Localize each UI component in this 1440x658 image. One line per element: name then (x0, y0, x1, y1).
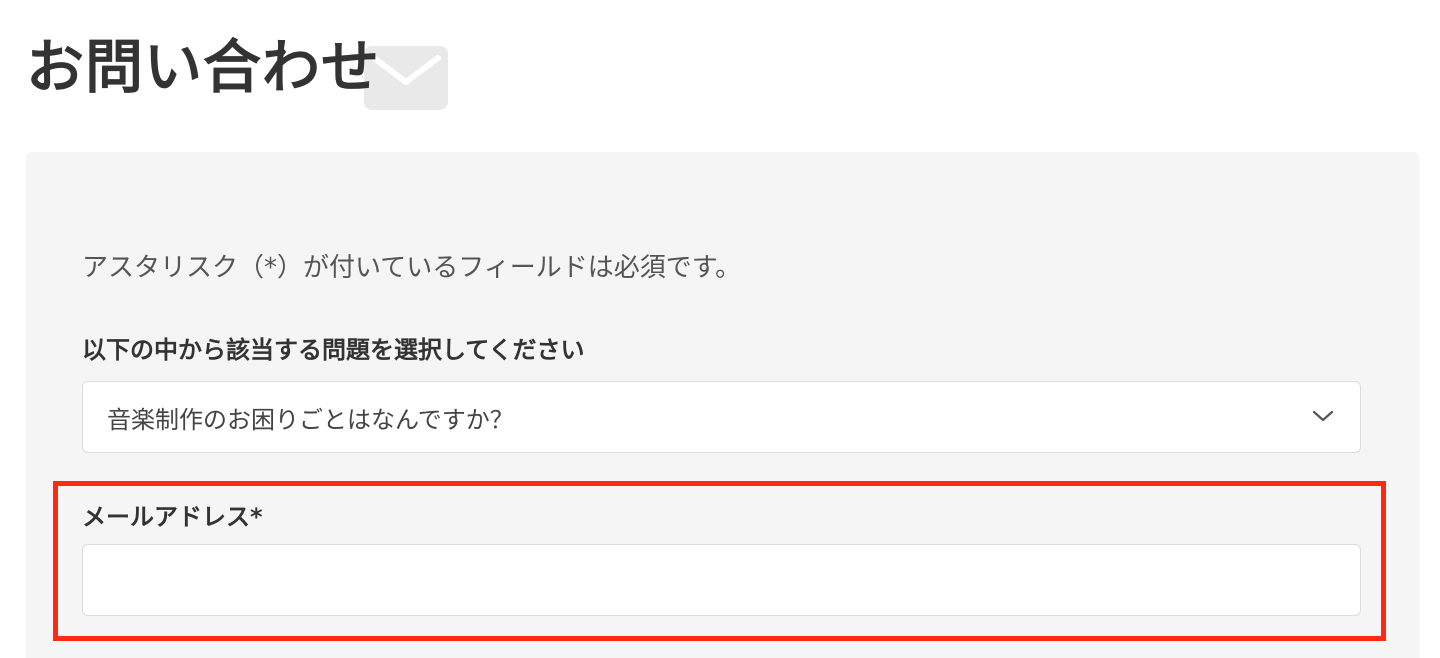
email-field[interactable] (82, 544, 1361, 616)
contact-form: アスタリスク（*）が付いているフィールドは必須です。 以下の中から該当する問題を… (26, 152, 1419, 658)
contact-page: お問い合わせ アスタリスク（*）が付いているフィールドは必須です。 以下の中から… (0, 0, 1440, 658)
page-title: お問い合わせ (26, 33, 381, 101)
required-fields-note: アスタリスク（*）が付いているフィールドは必須です。 (82, 253, 742, 283)
chevron-down-icon (1312, 410, 1334, 422)
issue-select-value: 音楽制作のお困りごとはなんですか？ (107, 406, 514, 434)
page-header: お問い合わせ (26, 22, 526, 112)
issue-select[interactable]: 音楽制作のお困りごとはなんですか？ (82, 381, 1361, 453)
email-field-label: メールアドレス* (82, 503, 263, 531)
issue-select-label: 以下の中から該当する問題を選択してください (82, 336, 585, 364)
